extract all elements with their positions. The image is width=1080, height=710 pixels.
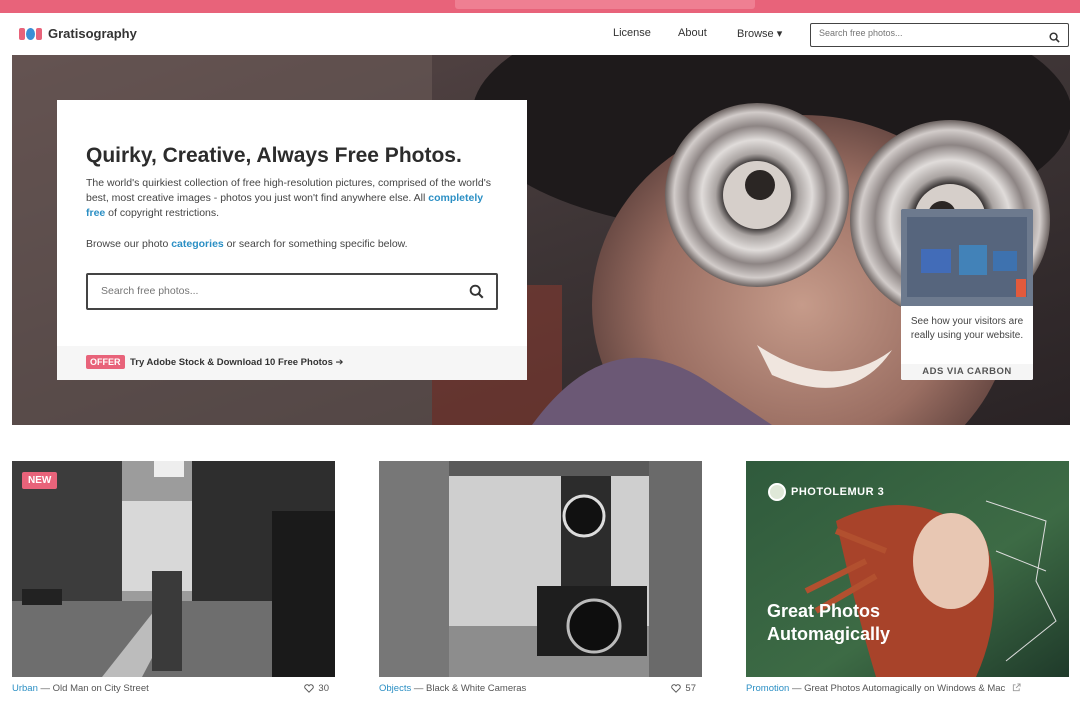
search-icon[interactable] bbox=[1049, 30, 1060, 48]
offer-badge: OFFER bbox=[86, 355, 125, 369]
photo-caption: Urban — Old Man on City Street 30 bbox=[12, 683, 335, 705]
category-link[interactable]: Urban bbox=[12, 683, 38, 694]
site-header: Gratisography License About Browse ▾ bbox=[0, 13, 1080, 55]
promo-headline: Great Photos Automagically bbox=[767, 601, 891, 644]
photo-title: — Black & White Cameras bbox=[411, 683, 527, 694]
like-button[interactable]: 57 bbox=[671, 683, 696, 694]
category-link[interactable]: Objects bbox=[379, 683, 411, 694]
ads-via-carbon[interactable]: ADS VIA CARBON bbox=[901, 364, 1033, 380]
heart-icon bbox=[671, 684, 682, 693]
like-button[interactable]: 30 bbox=[304, 683, 329, 694]
categories-link[interactable]: categories bbox=[171, 238, 224, 250]
ad-copy: See how your visitors are really using y… bbox=[910, 316, 1024, 341]
external-link-icon[interactable] bbox=[1012, 683, 1021, 692]
photo-thumbnail[interactable]: NEW bbox=[12, 461, 335, 677]
cameras-photo bbox=[379, 461, 702, 677]
browse-text: Browse our photo categories or search fo… bbox=[86, 238, 408, 250]
heart-icon bbox=[304, 684, 315, 693]
browser-top-bar bbox=[0, 0, 1080, 13]
new-badge: NEW bbox=[22, 472, 58, 489]
offer-link[interactable]: Try Adobe Stock & Download 10 Free Photo… bbox=[130, 357, 343, 368]
photo-title: — Old Man on City Street bbox=[37, 683, 149, 694]
photo-thumbnail[interactable] bbox=[379, 461, 702, 677]
promo-card[interactable]: PHOTOLEMUR 3 Great Photos Automagically P… bbox=[746, 461, 1069, 705]
photolemur-logo-icon bbox=[768, 483, 786, 501]
photo-caption: Promotion — Great Photos Automagically o… bbox=[746, 683, 1069, 705]
header-search bbox=[810, 23, 1069, 47]
photo-title: — Great Photos Automagically on Windows … bbox=[789, 683, 1006, 694]
header-search-input[interactable] bbox=[819, 28, 1039, 38]
browser-tab[interactable] bbox=[455, 0, 755, 9]
promo-thumbnail[interactable]: PHOTOLEMUR 3 Great Photos Automagically bbox=[746, 461, 1069, 677]
hero-title: Quirky, Creative, Always Free Photos. bbox=[86, 144, 462, 167]
promo-brand: PHOTOLEMUR 3 bbox=[768, 483, 884, 501]
nav-about[interactable]: About bbox=[678, 27, 707, 39]
offer-banner[interactable]: OFFER Try Adobe Stock & Download 10 Free… bbox=[57, 346, 527, 380]
logo-icon bbox=[19, 27, 42, 40]
hero: Quirky, Creative, Always Free Photos. Th… bbox=[12, 55, 1070, 425]
hero-search-input[interactable] bbox=[101, 285, 441, 297]
photo-caption: Objects — Black & White Cameras 57 bbox=[379, 683, 702, 705]
brand-name: Gratisography bbox=[48, 26, 137, 41]
nav-browse[interactable]: Browse ▾ bbox=[737, 27, 782, 40]
hero-search bbox=[86, 273, 498, 310]
search-icon[interactable] bbox=[469, 284, 484, 304]
logo[interactable]: Gratisography bbox=[19, 26, 137, 41]
like-count: 30 bbox=[318, 683, 329, 694]
hero-card: Quirky, Creative, Always Free Photos. Th… bbox=[57, 100, 527, 380]
ad-heatmap-image bbox=[901, 209, 1033, 306]
carbon-ad[interactable]: See how your visitors are really using y… bbox=[901, 209, 1033, 380]
like-count: 57 bbox=[685, 683, 696, 694]
category-link[interactable]: Promotion bbox=[746, 683, 789, 694]
city-street-photo bbox=[12, 461, 335, 677]
nav-license[interactable]: License bbox=[613, 27, 651, 39]
hero-description: The world's quirkiest collection of free… bbox=[86, 177, 491, 219]
photo-card[interactable]: NEW Urban — Old Man on City Street 30 bbox=[12, 461, 335, 705]
photo-card[interactable]: Objects — Black & White Cameras 57 bbox=[379, 461, 702, 705]
